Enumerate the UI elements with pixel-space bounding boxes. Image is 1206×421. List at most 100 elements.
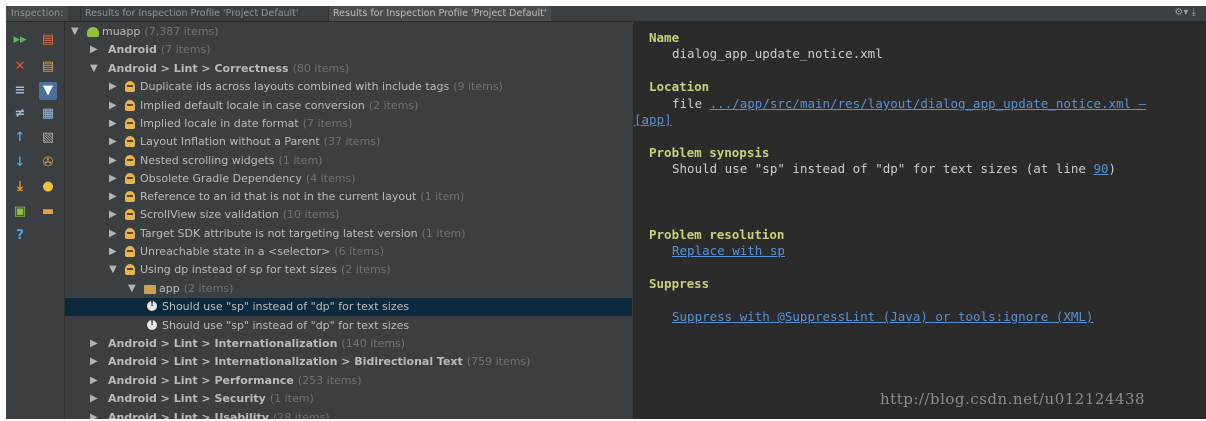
collapsed-arrow-icon[interactable]: ▶: [109, 190, 117, 204]
collapse-all-icon[interactable]: ≠: [11, 105, 29, 123]
line-number-link[interactable]: 90: [1093, 161, 1108, 176]
tree-row-label: Android > Lint > Security (1 item): [108, 390, 314, 408]
tree-row[interactable]: ▼ Android > Lint > Correctness (80 items): [65, 60, 632, 78]
tree-row[interactable]: Should use "sp" instead of "dp" for text…: [65, 298, 632, 316]
collapsed-arrow-icon[interactable]: ▶: [90, 337, 98, 351]
expanded-arrow-icon[interactable]: ▼: [128, 282, 136, 296]
expanded-arrow-icon[interactable]: ▼: [71, 25, 79, 39]
tree-row[interactable]: ▶ Unreachable state in a <selector> (6 ite…: [65, 243, 632, 261]
tree-row-text: Using dp instead of sp for text sizes: [140, 263, 338, 276]
group-by-severity-icon[interactable]: ▤: [39, 31, 57, 49]
tree-row[interactable]: ▶ Android > Lint > Performance (253 items): [65, 372, 632, 390]
tree-row[interactable]: ▶ Android > Lint > Usability (28 items): [65, 409, 632, 419]
lightbulb-icon[interactable]: ●: [39, 178, 57, 196]
collapsed-arrow-icon[interactable]: ▶: [109, 245, 117, 259]
tree-row-count: (9 items): [453, 80, 503, 93]
suppress-icon[interactable]: ▬: [39, 203, 57, 221]
tree-row-label: Should use "sp" instead of "dp" for text…: [162, 317, 409, 335]
tree-row-count: (4 items): [305, 172, 356, 185]
settings-icon[interactable]: ⚙▾ ⤓: [1174, 7, 1196, 18]
tree-row[interactable]: ▶ Android > Lint > Internationalization >…: [65, 353, 632, 371]
tree-row-label: Unreachable state in a <selector> (6 item…: [140, 243, 384, 261]
tree-row[interactable]: ▶ Android > Lint > Internationalization (1…: [65, 335, 632, 353]
tree-row[interactable]: ▶ Android > Lint > Security (1 item): [65, 390, 632, 408]
expand-all-icon[interactable]: ≡: [11, 82, 29, 100]
next-icon[interactable]: ↓: [11, 154, 29, 172]
inspection-bulb-icon: [125, 136, 135, 147]
tree-row[interactable]: ▼ Using dp instead of sp for text sizes (2…: [65, 261, 632, 279]
tab-results-2[interactable]: Results for Inspection Profile 'Project …: [328, 6, 551, 21]
replace-with-sp-link[interactable]: Replace with sp: [672, 243, 785, 258]
expanded-arrow-icon[interactable]: ▼: [90, 62, 98, 76]
tree-row-count: (2 items): [341, 263, 391, 276]
tree-row-text: Target SDK attribute is not targeting la…: [140, 227, 418, 240]
android-module-icon: [87, 27, 99, 37]
tree-row[interactable]: ▶ Target SDK attribute is not targeting l…: [65, 225, 632, 243]
collapsed-arrow-icon[interactable]: ▶: [90, 411, 98, 419]
warning-icon: [147, 299, 157, 311]
collapsed-arrow-icon[interactable]: ▶: [90, 43, 98, 57]
tree-row[interactable]: ▼ muapp (7,387 items): [65, 23, 632, 41]
collapsed-arrow-icon[interactable]: ▶: [90, 374, 98, 388]
name-heading: Name: [649, 30, 680, 45]
tree-row-text: Android > Lint > Internationalization: [108, 337, 338, 350]
tree-row[interactable]: ▶ Duplicate ids across layouts combined w…: [65, 78, 632, 96]
tree-row-text: Android > Lint > Internationalization > …: [108, 355, 463, 368]
filter-icon[interactable]: ▼: [39, 82, 57, 100]
previous-icon[interactable]: ↑: [11, 129, 29, 147]
tree-row-label: Using dp instead of sp for text sizes (2 …: [140, 261, 391, 279]
inspection-results-tree: ▼ muapp (7,387 items) ▶ Android (7 items) ▼ And…: [65, 22, 632, 419]
tree-row-text: Android > Lint > Usability: [108, 411, 269, 419]
collapsed-arrow-icon[interactable]: ▶: [109, 117, 117, 131]
tree-row[interactable]: ▶ Implied default locale in case conversi…: [65, 97, 632, 115]
tree-row-text: Reference to an id that is not in the cu…: [140, 190, 417, 203]
tree-row-label: Layout Inflation without a Parent (37 ite…: [140, 133, 380, 151]
problem-detail-panel: Name dialog_app_update_notice.xml Locati…: [633, 22, 1206, 419]
tree-row[interactable]: Should use "sp" instead of "dp" for text…: [65, 317, 632, 335]
collapsed-arrow-icon[interactable]: ▶: [109, 208, 117, 222]
edit-inspection-icon[interactable]: ▧: [39, 129, 57, 147]
tree-row-count: (1 item): [278, 154, 323, 167]
tree-row[interactable]: ▶ Layout Inflation without a Parent (37 it…: [65, 133, 632, 151]
suppress-link[interactable]: Suppress with @SuppressLint (Java) or to…: [672, 309, 1093, 324]
tree-row[interactable]: ▶ Obsolete Gradle Dependency (4 items): [65, 170, 632, 188]
synopsis-body: Should use "sp" instead of "dp" for text…: [672, 161, 1086, 176]
tree-row[interactable]: ▶ Reference to an id that is not in the c…: [65, 188, 632, 206]
tree-row-text: Duplicate ids across layouts combined wi…: [140, 80, 450, 93]
tree-row-label: Android (7 items): [108, 41, 211, 59]
help-icon[interactable]: ?: [11, 227, 29, 245]
autoscroll-icon[interactable]: ▦: [39, 105, 57, 123]
collapsed-arrow-icon[interactable]: ▶: [109, 227, 117, 241]
inspection-bulb-icon: [125, 155, 135, 166]
collapsed-arrow-icon[interactable]: ▶: [109, 99, 117, 113]
tree-row-text: Android > Lint > Performance: [108, 374, 294, 387]
group-directory-icon[interactable]: ▤: [39, 58, 57, 76]
edit-settings-icon[interactable]: ▣: [11, 203, 29, 221]
tab-results-1[interactable]: Results for Inspection Profile 'Project …: [80, 6, 303, 21]
collapsed-arrow-icon[interactable]: ▶: [109, 172, 117, 186]
quick-fix-icon[interactable]: ✇: [39, 154, 57, 172]
tree-row[interactable]: ▶ ScrollView size validation (10 items): [65, 206, 632, 224]
location-module-link[interactable]: [app]: [634, 112, 672, 127]
close-icon[interactable]: ✕: [11, 58, 29, 76]
export-icon[interactable]: ⤓: [11, 178, 29, 196]
tree-row[interactable]: ▼ app (2 items): [65, 280, 632, 298]
tree-row-label: app (2 items): [159, 280, 233, 298]
synopsis-text: Should use "sp" instead of "dp" for text…: [672, 161, 1116, 176]
tree-row[interactable]: ▶ Nested scrolling widgets (1 item): [65, 152, 632, 170]
collapsed-arrow-icon[interactable]: ▶: [109, 80, 117, 94]
collapsed-arrow-icon[interactable]: ▶: [90, 392, 98, 406]
expanded-arrow-icon[interactable]: ▼: [109, 263, 117, 277]
tree-row-text: Implied locale in date format: [140, 117, 299, 130]
tree-row[interactable]: ▶ Implied locale in date format (7 items): [65, 115, 632, 133]
tree-row-text: Android > Lint > Security: [108, 392, 266, 405]
collapsed-arrow-icon[interactable]: ▶: [90, 355, 98, 369]
location-file-link[interactable]: .../app/src/main/res/layout/dialog_app_u…: [710, 96, 1147, 111]
collapsed-arrow-icon[interactable]: ▶: [109, 154, 117, 168]
rerun-icon[interactable]: ▸▸: [11, 31, 29, 49]
tree-row[interactable]: ▶ Android (7 items): [65, 41, 632, 59]
collapsed-arrow-icon[interactable]: ▶: [109, 135, 117, 149]
synopsis-heading: Problem synopsis: [649, 145, 770, 160]
location-heading: Location: [649, 79, 710, 94]
tree-row-label: Android > Lint > Internationalization (14…: [108, 335, 405, 353]
